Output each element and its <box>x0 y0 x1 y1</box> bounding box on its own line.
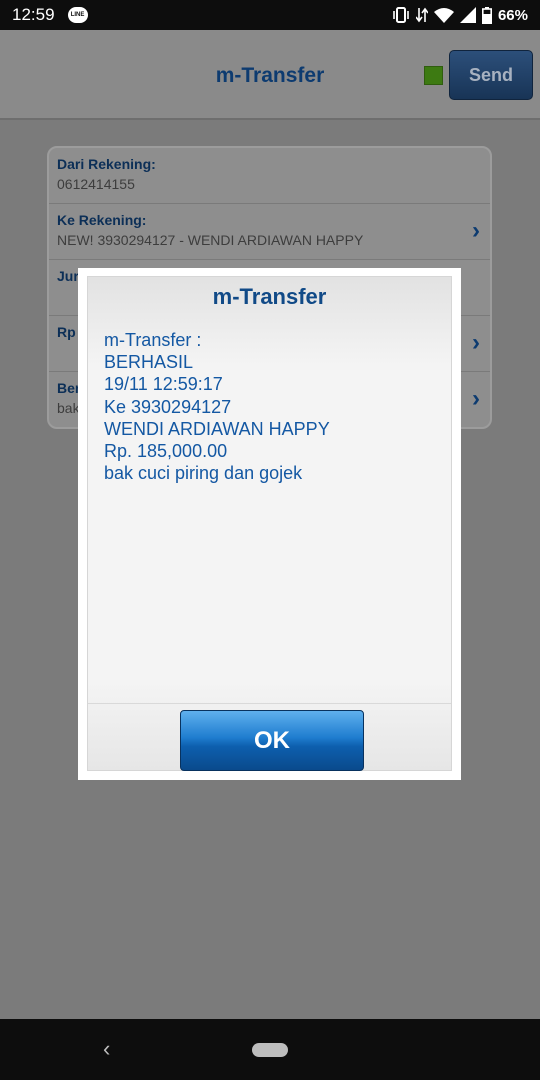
message-line: Rp. 185,000.00 <box>104 441 228 462</box>
line-icon: LINE <box>67 7 88 23</box>
from-account-row[interactable]: Dari Rekening: 0612414155 <box>49 148 490 204</box>
status-icons: 66% <box>392 6 528 24</box>
ok-button[interactable]: OK <box>180 710 364 771</box>
vibrate-icon <box>393 7 409 23</box>
message-line: Ke 3930294127 <box>104 396 232 417</box>
status-bar: 12:59 LINE 66% <box>0 0 540 30</box>
message-line: BERHASIL <box>104 352 194 373</box>
from-account-value: 0612414155 <box>57 176 135 192</box>
dialog-divider <box>88 703 451 704</box>
to-account-label: Ke Rekening: <box>57 212 147 228</box>
dialog-title: m-Transfer <box>212 284 327 309</box>
chevron-right-icon: › <box>472 385 480 412</box>
message-line: WENDI ARDIAWAN HAPPY <box>104 418 330 439</box>
battery-icon <box>481 6 492 24</box>
from-account-label: Dari Rekening: <box>57 156 156 172</box>
to-account-value: NEW! 3930294127 - WENDI ARDIAWAN HAPPY <box>57 232 364 248</box>
status-indicator <box>424 66 443 85</box>
data-icon <box>415 7 428 23</box>
status-time: 12:59 <box>12 5 55 24</box>
to-account-row[interactable]: Ke Rekening: NEW! 3930294127 - WENDI ARD… <box>49 204 490 260</box>
message-line: 19/11 12:59:17 <box>104 374 223 395</box>
send-button[interactable]: Send <box>449 50 533 100</box>
screen: 12:59 LINE 66% m-Transfer Send Dari Reke… <box>0 0 540 1080</box>
navigation-bar: ‹ <box>0 1019 540 1080</box>
wifi-icon <box>433 8 454 23</box>
chevron-right-icon: › <box>472 329 480 356</box>
chevron-right-icon: › <box>472 217 480 244</box>
back-icon[interactable]: ‹ <box>103 1036 110 1062</box>
dialog-message: m-Transfer : BERHASIL 19/11 12:59:17 Ke … <box>104 329 434 484</box>
home-pill[interactable] <box>252 1043 288 1057</box>
app-header: m-Transfer Send <box>0 30 540 120</box>
signal-icon <box>459 7 476 23</box>
battery-percent: 66% <box>497 6 528 24</box>
dialog-panel: m-Transfer m-Transfer : BERHASIL 19/11 1… <box>87 276 452 771</box>
result-dialog: m-Transfer m-Transfer : BERHASIL 19/11 1… <box>78 268 461 780</box>
message-line: m-Transfer : <box>104 330 202 350</box>
message-line: bak cuci piring dan gojek <box>104 463 303 484</box>
